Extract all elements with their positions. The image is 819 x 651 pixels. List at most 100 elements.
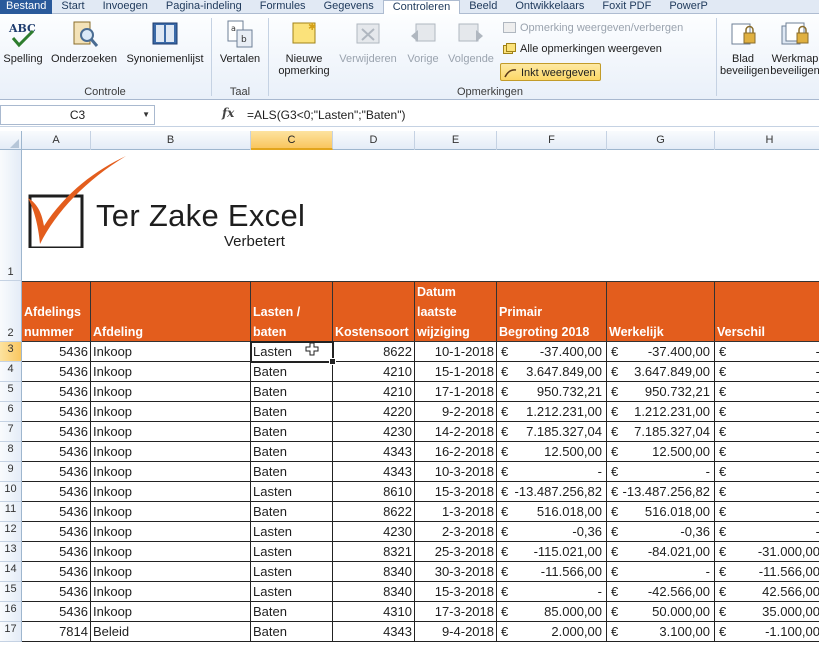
cell-verschil[interactable]: € -31.000,00 (715, 542, 819, 561)
cell-afdelingsnummer[interactable]: 5436 (22, 402, 91, 421)
cell-afdelingsnummer[interactable]: 5436 (22, 382, 91, 401)
cell-datum[interactable]: 15-3-2018 (415, 582, 497, 601)
vorige-button[interactable]: Vorige (401, 18, 445, 65)
cell-werkelijk[interactable]: €1.212.231,00 (607, 402, 715, 421)
cell-werkelijk[interactable]: €516.018,00 (607, 502, 715, 521)
inkt-weergeven-button[interactable]: Inkt weergeven (500, 63, 601, 81)
synoniemenlijst-button[interactable]: Synoniemenlijst (122, 18, 208, 65)
opmerking-weergeven-button[interactable]: Opmerking weergeven/verbergen (500, 19, 683, 37)
cell-verschil[interactable]: €- (715, 482, 819, 501)
cell-werkelijk[interactable]: €3.647.849,00 (607, 362, 715, 381)
cell-begroting[interactable]: €3.647.849,00 (497, 362, 607, 381)
cell-verschil[interactable]: €35.000,00 (715, 602, 819, 621)
column-header-a[interactable]: A (22, 131, 91, 150)
cell-datum[interactable]: 14-2-2018 (415, 422, 497, 441)
cell-werkelijk[interactable]: € - (607, 562, 715, 581)
cell-lasten-baten[interactable]: Baten (251, 422, 333, 441)
column-header-e[interactable]: E (415, 131, 497, 150)
column-header-g[interactable]: G (607, 131, 715, 150)
cell-kostensoort[interactable]: 8321 (333, 542, 415, 561)
cell-lasten-baten[interactable]: Lasten (251, 582, 333, 601)
cell-kostensoort[interactable]: 4210 (333, 362, 415, 381)
cell-afdelingsnummer[interactable]: 5436 (22, 602, 91, 621)
cell-werkelijk[interactable]: € -42.566,00 (607, 582, 715, 601)
cell-kostensoort[interactable]: 8622 (333, 502, 415, 521)
column-header-d[interactable]: D (333, 131, 415, 150)
cell-afdeling[interactable]: Inkoop (91, 402, 251, 421)
cell-lasten-baten[interactable]: Lasten (251, 562, 333, 581)
cell-begroting[interactable]: € -115.021,00 (497, 542, 607, 561)
cell-kostensoort[interactable]: 4210 (333, 382, 415, 401)
cell-afdeling[interactable]: Inkoop (91, 542, 251, 561)
cell-begroting[interactable]: € -0,36 (497, 522, 607, 541)
cell-kostensoort[interactable]: 8610 (333, 482, 415, 501)
column-header-c[interactable]: C (251, 131, 333, 150)
cell-lasten-baten[interactable]: Baten (251, 402, 333, 421)
cell-afdeling[interactable]: Inkoop (91, 442, 251, 461)
cell-afdelingsnummer[interactable]: 5436 (22, 522, 91, 541)
cell-afdeling[interactable]: Inkoop (91, 482, 251, 501)
tab-bestand[interactable]: Bestand (0, 0, 53, 14)
tab-ontwikkelaars[interactable]: Ontwikkelaars (506, 0, 593, 14)
row-header-1[interactable]: 1 (0, 150, 22, 281)
cell-begroting[interactable]: €950.732,21 (497, 382, 607, 401)
cell-begroting[interactable]: €2.000,00 (497, 622, 607, 641)
tab-beeld[interactable]: Beeld (460, 0, 506, 14)
cell-afdelingsnummer[interactable]: 5436 (22, 582, 91, 601)
cell-lasten-baten[interactable]: Baten (251, 442, 333, 461)
cell-werkelijk[interactable]: €7.185.327,04 (607, 422, 715, 441)
cell-afdelingsnummer[interactable]: 7814 (22, 622, 91, 641)
cell-lasten-baten[interactable]: Baten (251, 382, 333, 401)
cell-begroting[interactable]: €516.018,00 (497, 502, 607, 521)
verwijderen-button[interactable]: Verwijderen (336, 18, 400, 65)
cell-lasten-baten[interactable]: Lasten (251, 482, 333, 501)
cell-kostensoort[interactable]: 8340 (333, 562, 415, 581)
column-header-f[interactable]: F (497, 131, 607, 150)
cell-afdeling[interactable]: Inkoop (91, 562, 251, 581)
cell-begroting[interactable]: € - (497, 582, 607, 601)
cell-verschil[interactable]: €- (715, 402, 819, 421)
cell-lasten-baten[interactable]: Baten (251, 462, 333, 481)
cell-kostensoort[interactable]: 4230 (333, 422, 415, 441)
tab-formules[interactable]: Formules (251, 0, 315, 14)
nieuwe-opmerking-button[interactable]: ✱ Nieuwe opmerking (272, 18, 336, 77)
cell-datum[interactable]: 17-1-2018 (415, 382, 497, 401)
name-box[interactable]: C3 ▼ (0, 105, 155, 125)
cell-begroting[interactable]: €12.500,00 (497, 442, 607, 461)
cell-werkelijk[interactable]: € -13.487.256,82 (607, 482, 715, 501)
cell-afdeling[interactable]: Inkoop (91, 502, 251, 521)
spelling-button[interactable]: ABC Spelling (2, 18, 44, 65)
cell-kostensoort[interactable]: 4220 (333, 402, 415, 421)
cell-datum[interactable]: 1-3-2018 (415, 502, 497, 521)
cell-verschil[interactable]: €- (715, 342, 819, 361)
tab-controleren[interactable]: Controleren (382, 0, 461, 15)
cell-begroting[interactable]: € - (497, 462, 607, 481)
cell-begroting[interactable]: € -11.566,00 (497, 562, 607, 581)
cell-afdeling[interactable]: Inkoop (91, 582, 251, 601)
cell-werkelijk[interactable]: €12.500,00 (607, 442, 715, 461)
cell-afdelingsnummer[interactable]: 5436 (22, 502, 91, 521)
alle-opmerkingen-button[interactable]: Alle opmerkingen weergeven (500, 40, 662, 58)
cell-kostensoort[interactable]: 4343 (333, 442, 415, 461)
cell-kostensoort[interactable]: 8340 (333, 582, 415, 601)
cell-kostensoort[interactable]: 4310 (333, 602, 415, 621)
cell-lasten-baten[interactable]: Lasten (251, 522, 333, 541)
blad-beveiligen-button[interactable]: Blad beveiligen (720, 18, 770, 77)
cell-datum[interactable]: 10-1-2018 (415, 342, 497, 361)
cell-verschil[interactable]: €- (715, 382, 819, 401)
cell-datum[interactable]: 10-3-2018 (415, 462, 497, 481)
cell-afdelingsnummer[interactable]: 5436 (22, 482, 91, 501)
column-header-b[interactable]: B (91, 131, 251, 150)
cell-datum[interactable]: 15-1-2018 (415, 362, 497, 381)
cell-kostensoort[interactable]: 4343 (333, 462, 415, 481)
cell-verschil[interactable]: €- (715, 502, 819, 521)
cell-begroting[interactable]: €85.000,00 (497, 602, 607, 621)
tab-foxit-pdf[interactable]: Foxit PDF (593, 0, 660, 14)
cell-datum[interactable]: 30-3-2018 (415, 562, 497, 581)
row-header-17[interactable]: 17 (0, 622, 22, 642)
cell-lasten-baten[interactable]: Baten (251, 502, 333, 521)
cell-lasten-baten[interactable]: Lasten (251, 542, 333, 561)
cell-begroting[interactable]: € -13.487.256,82 (497, 482, 607, 501)
cell-begroting[interactable]: €1.212.231,00 (497, 402, 607, 421)
tab-invoegen[interactable]: Invoegen (94, 0, 157, 14)
